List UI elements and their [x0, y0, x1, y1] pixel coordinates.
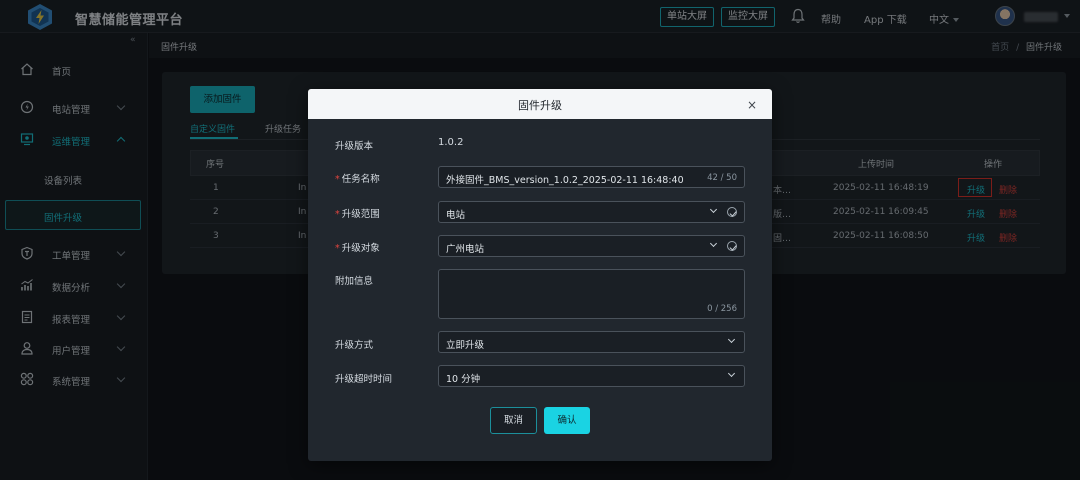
chevron-down-icon	[727, 335, 736, 344]
chevron-down-icon	[727, 369, 736, 378]
required-mark: *	[335, 243, 340, 254]
version-label: 升级版本	[335, 141, 374, 152]
chevron-down-icon	[709, 239, 718, 248]
extra-info-label: 附加信息	[335, 276, 374, 287]
firmware-upgrade-dialog: 固件升级 × 升级版本 1.0.2 * 任务名称 外接固件_BMS_version…	[308, 89, 772, 461]
timeout-select[interactable]: 10 分钟	[438, 365, 745, 387]
target-value: 广州电站	[446, 244, 485, 255]
scope-select[interactable]: 电站	[438, 201, 745, 223]
check-circle-icon	[727, 207, 737, 217]
extra-info-counter: 0 / 256	[707, 304, 737, 314]
method-label: 升级方式	[335, 340, 374, 351]
required-mark: *	[335, 209, 340, 220]
method-select[interactable]: 立即升级	[438, 331, 745, 353]
dialog-header: 固件升级 ×	[308, 89, 772, 119]
task-name-counter: 42 / 50	[707, 173, 737, 183]
version-value: 1.0.2	[438, 137, 464, 148]
task-name-value: 外接固件_BMS_version_1.0.2_2025-02-11 16:48:…	[446, 175, 684, 186]
target-label-text: 升级对象	[341, 243, 380, 254]
scope-label-text: 升级范围	[341, 209, 380, 220]
task-name-input[interactable]: 外接固件_BMS_version_1.0.2_2025-02-11 16:48:…	[438, 166, 745, 188]
target-label: * 升级对象	[335, 240, 380, 254]
dialog-title: 固件升级	[518, 99, 562, 112]
confirm-button[interactable]: 确认	[544, 407, 590, 434]
task-name-label-text: 任务名称	[341, 174, 380, 185]
scope-value: 电站	[446, 210, 466, 221]
scope-label: * 升级范围	[335, 206, 380, 220]
chevron-down-icon	[709, 205, 718, 214]
cancel-button[interactable]: 取消	[490, 407, 537, 434]
required-mark: *	[335, 174, 340, 185]
target-select[interactable]: 广州电站	[438, 235, 745, 257]
timeout-label: 升级超时时间	[335, 374, 393, 385]
method-value: 立即升级	[446, 340, 485, 351]
extra-info-textarea[interactable]: 0 / 256	[438, 269, 745, 319]
check-circle-icon	[727, 241, 737, 251]
timeout-value: 10 分钟	[446, 374, 481, 385]
task-name-label: * 任务名称	[335, 171, 380, 185]
close-icon[interactable]: ×	[747, 98, 757, 112]
